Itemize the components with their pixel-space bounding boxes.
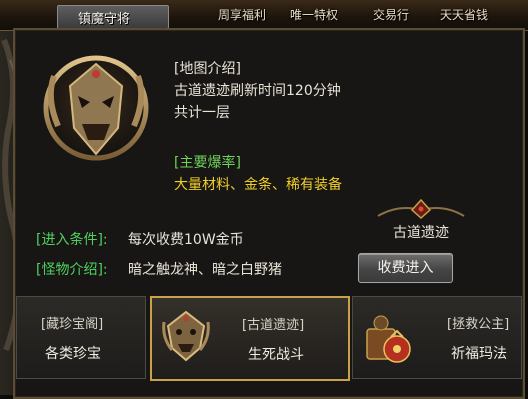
ornament-icon <box>376 196 466 222</box>
card-title: [古道遗迹] <box>242 318 305 333</box>
window-title-tab: 镇魔守将 <box>57 5 169 29</box>
map-intro-header: [地图介绍] <box>174 61 241 77</box>
menu-trading[interactable]: 交易行 <box>373 6 409 23</box>
card-subtitle: 祈福玛法 <box>451 346 507 362</box>
demon-emblem-icon <box>26 36 166 186</box>
card-title: [藏珍宝阁] <box>41 317 104 332</box>
entry-condition-value: 每次收费10W金币 <box>128 232 244 248</box>
monster-intro-value: 暗之触龙神、暗之白野猪 <box>128 262 282 278</box>
drop-rate-header: [主要爆率] <box>174 155 241 171</box>
map-floor-count: 共计一层 <box>174 105 230 121</box>
map-refresh-time: 古道遗迹刷新时间120分钟 <box>174 83 341 99</box>
monster-intro-label: [怪物介绍]: <box>36 262 108 278</box>
card-rescue-princess[interactable]: [拯救公主] 祈福玛法 <box>352 296 522 379</box>
entry-condition-label: [进入条件]: <box>36 232 108 248</box>
treasure-bag-icon <box>363 311 413 369</box>
card-subtitle: 各类珍宝 <box>45 346 101 362</box>
portal-name: 古道遗迹 <box>393 225 449 241</box>
card-subtitle: 生死战斗 <box>248 347 304 363</box>
drop-rate-items: 大量材料、金条、稀有装备 <box>174 177 342 193</box>
demon-emblem-icon <box>160 308 212 368</box>
window-title: 镇魔守将 <box>78 12 131 27</box>
menu-weekly-welfare[interactable]: 周享福利 <box>218 6 266 23</box>
menu-unique-privilege[interactable]: 唯一特权 <box>290 6 338 23</box>
paid-enter-button[interactable]: 收费进入 <box>358 253 453 283</box>
menu-daily-savings[interactable]: 天天省钱 <box>440 6 488 23</box>
card-title: [拯救公主] <box>447 317 510 332</box>
card-ancient-ruins[interactable]: [古道遗迹] 生死战斗 <box>150 296 350 381</box>
card-treasure-pavilion[interactable]: [藏珍宝阁] 各类珍宝 <box>16 296 146 379</box>
